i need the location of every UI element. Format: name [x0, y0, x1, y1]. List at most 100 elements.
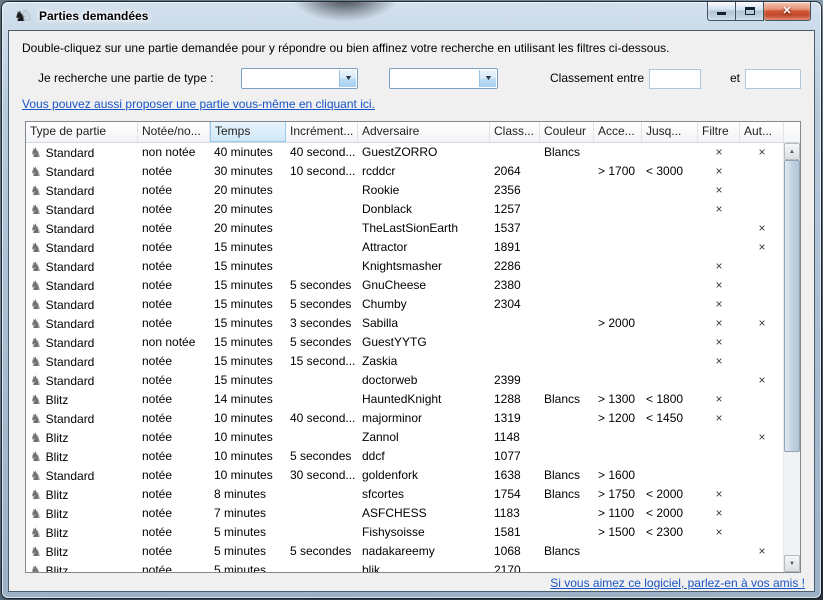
column-header-color[interactable]: Couleur: [540, 122, 594, 142]
cell-type: ♞Blitz: [26, 485, 138, 504]
game-type-text: Standard: [46, 355, 95, 369]
cell-accept_min: > 1750: [594, 485, 642, 504]
cell-increment: 5 secondes: [286, 333, 358, 352]
propose-game-link[interactable]: Vous pouvez aussi proposer une partie vo…: [22, 97, 375, 111]
cell-accept_max: < 1800: [642, 390, 698, 409]
cell-rated: notée: [138, 314, 210, 333]
cell-accept_max: [642, 542, 698, 561]
cell-color: [540, 447, 594, 466]
game-row[interactable]: ♞Standardnotée15 minutes5 secondesGnuChe…: [26, 276, 783, 295]
share-with-friends-link[interactable]: Si vous aimez ce logiciel, parlez-en à v…: [550, 576, 805, 590]
game-row[interactable]: ♞Standardnotée15 minutesKnightsmasher228…: [26, 257, 783, 276]
cell-filter: [698, 466, 740, 485]
game-type-text: Standard: [46, 241, 95, 255]
column-header-rating[interactable]: Class...: [490, 122, 540, 142]
rating-min-input[interactable]: [649, 69, 701, 89]
column-header-filter[interactable]: Filtre: [698, 122, 740, 142]
vertical-scrollbar[interactable]: ▲ ▼: [783, 143, 800, 572]
game-type-text: Blitz: [46, 564, 69, 572]
cell-rating: 2399: [490, 371, 540, 390]
game-row[interactable]: ♞Standardnon notée15 minutes5 secondesGu…: [26, 333, 783, 352]
cell-accept_min: [594, 333, 642, 352]
game-row[interactable]: ♞Blitznotée10 minutesZannol1148×: [26, 428, 783, 447]
column-header-rated[interactable]: Notée/no...: [138, 122, 210, 142]
minimize-button[interactable]: [707, 2, 736, 21]
game-type-text: Blitz: [46, 431, 69, 445]
chess-knight-icon: ♞: [30, 544, 42, 559]
cell-rated: notée: [138, 257, 210, 276]
game-type-text: Blitz: [46, 507, 69, 521]
game-row[interactable]: ♞Standardnotée10 minutes40 second...majo…: [26, 409, 783, 428]
cell-auto: [740, 485, 783, 504]
game-row[interactable]: ♞Standardnotée15 minutes15 second...Zask…: [26, 352, 783, 371]
game-row[interactable]: ♞Standardnotée20 minutesDonblack1257×: [26, 200, 783, 219]
column-header-opponent[interactable]: Adversaire: [358, 122, 490, 142]
cell-accept_min: [594, 200, 642, 219]
titlebar[interactable]: ♘ ♞ Parties demandées ✕: [2, 2, 821, 30]
column-header-type[interactable]: Type de partie: [26, 122, 138, 142]
column-header-auto[interactable]: Aut...: [740, 122, 784, 142]
cell-filter: [698, 561, 740, 572]
black-knight-icon: ♞: [14, 8, 27, 24]
scroll-down-arrow[interactable]: ▼: [784, 555, 800, 572]
column-header-accept_min[interactable]: Acce...: [594, 122, 642, 142]
cell-auto: ×: [740, 143, 783, 162]
column-header-increment[interactable]: Incrément...: [286, 122, 358, 142]
cell-accept_max: [642, 181, 698, 200]
game-row[interactable]: ♞Standardnon notée40 minutes40 second...…: [26, 143, 783, 162]
maximize-button[interactable]: [736, 2, 764, 21]
game-row[interactable]: ♞Blitznotée8 minutessfcortes1754Blancs> …: [26, 485, 783, 504]
cell-rated: non notée: [138, 333, 210, 352]
scroll-up-arrow[interactable]: ▲: [784, 143, 800, 160]
cell-rating: 1754: [490, 485, 540, 504]
close-button[interactable]: ✕: [764, 2, 811, 21]
game-row[interactable]: ♞Blitznotée7 minutesASFCHESS1183> 1100< …: [26, 504, 783, 523]
cell-rated: non notée: [138, 143, 210, 162]
rating-max-input[interactable]: [745, 69, 801, 89]
maximize-icon: [745, 7, 755, 15]
cell-filter: ×: [698, 162, 740, 181]
column-header-time[interactable]: Temps: [210, 122, 286, 142]
footer: Si vous aimez ce logiciel, parlez-en à v…: [550, 576, 805, 590]
game-row[interactable]: ♞Blitznotée10 minutes5 secondesddcf1077: [26, 447, 783, 466]
cell-filter: [698, 542, 740, 561]
game-row[interactable]: ♞Blitznotée14 minutesHauntedKnight1288Bl…: [26, 390, 783, 409]
game-row[interactable]: ♞Standardnotée20 minutesRookie2356×: [26, 181, 783, 200]
chess-knight-icon: ♞: [30, 316, 42, 331]
cell-increment: 5 secondes: [286, 542, 358, 561]
game-row[interactable]: ♞Standardnotée15 minutesAttractor1891×: [26, 238, 783, 257]
game-row[interactable]: ♞Standardnotée10 minutes30 second...gold…: [26, 466, 783, 485]
cell-color: Blancs: [540, 542, 594, 561]
scrollbar-thumb[interactable]: [784, 160, 800, 452]
game-row[interactable]: ♞Blitznotée5 minutesFishysoisse1581> 150…: [26, 523, 783, 542]
scrollbar-track[interactable]: [784, 160, 800, 555]
cell-rating: 1319: [490, 409, 540, 428]
cell-accept_max: < 2300: [642, 523, 698, 542]
game-row[interactable]: ♞Blitznotée5 minutes5 secondesnadakareem…: [26, 542, 783, 561]
chess-knight-icon: ♞: [30, 468, 42, 483]
cell-time: 10 minutes: [210, 409, 286, 428]
chess-knight-icon: ♞: [30, 563, 42, 572]
cell-rated: notée: [138, 371, 210, 390]
game-row[interactable]: ♞Standardnotée30 minutes10 second...rcdd…: [26, 162, 783, 181]
game-subtype-select[interactable]: ▼: [389, 68, 498, 89]
game-row[interactable]: ♞Blitznotée5 minutesblik2170: [26, 561, 783, 572]
cell-increment: [286, 238, 358, 257]
cell-opponent: blik: [358, 561, 490, 572]
game-row[interactable]: ♞Standardnotée20 minutesTheLastSionEarth…: [26, 219, 783, 238]
cell-filter: ×: [698, 523, 740, 542]
minimize-icon: [717, 12, 726, 15]
cell-color: [540, 314, 594, 333]
cell-opponent: doctorweb: [358, 371, 490, 390]
game-row[interactable]: ♞Standardnotée15 minutes5 secondesChumby…: [26, 295, 783, 314]
cell-rating: 2170: [490, 561, 540, 572]
column-header-accept_max[interactable]: Jusq...: [642, 122, 698, 142]
cell-filter: [698, 238, 740, 257]
cell-accept_min: > 2000: [594, 314, 642, 333]
cell-opponent: HauntedKnight: [358, 390, 490, 409]
game-row[interactable]: ♞Standardnotée15 minutesdoctorweb2399×: [26, 371, 783, 390]
game-type-select[interactable]: ▼: [241, 68, 358, 89]
game-row[interactable]: ♞Standardnotée15 minutes3 secondesSabill…: [26, 314, 783, 333]
cell-opponent: Attractor: [358, 238, 490, 257]
cell-type: ♞Standard: [26, 371, 138, 390]
